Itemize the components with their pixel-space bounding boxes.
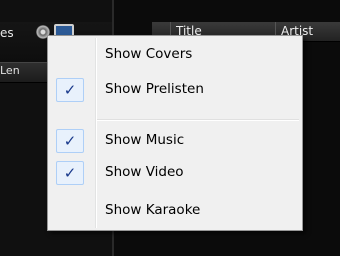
checkmark-box: ✓ bbox=[56, 129, 84, 153]
checkmark-box: ✓ bbox=[56, 78, 84, 102]
menu-item-show-music[interactable]: ✓ Show Music bbox=[50, 128, 300, 154]
menu-item-show-prelisten[interactable]: ✓ Show Prelisten bbox=[50, 77, 300, 103]
menu-item-label: Show Prelisten bbox=[105, 81, 204, 97]
menu-item-label: Show Karaoke bbox=[105, 202, 201, 218]
menu-item-label: Show Video bbox=[105, 164, 184, 180]
menu-item-show-covers[interactable]: Show Covers bbox=[50, 42, 300, 68]
menu-separator bbox=[97, 119, 299, 121]
checkmark-icon: ✓ bbox=[63, 132, 77, 150]
checkmark-box: ✓ bbox=[56, 161, 84, 185]
checkmark-icon: ✓ bbox=[63, 164, 77, 182]
length-column-label: Len bbox=[0, 64, 20, 77]
menu-item-show-karaoke[interactable]: Show Karaoke bbox=[50, 198, 300, 224]
menu-item-label: Show Music bbox=[105, 132, 185, 148]
menu-item-show-video[interactable]: ✓ Show Video bbox=[50, 160, 300, 186]
context-menu: Show Covers ✓ Show Prelisten ✓ Show Musi… bbox=[47, 35, 303, 231]
left-panel-header-text: es bbox=[0, 26, 14, 40]
checkmark-icon: ✓ bbox=[63, 81, 77, 99]
menu-item-label: Show Covers bbox=[105, 46, 193, 62]
